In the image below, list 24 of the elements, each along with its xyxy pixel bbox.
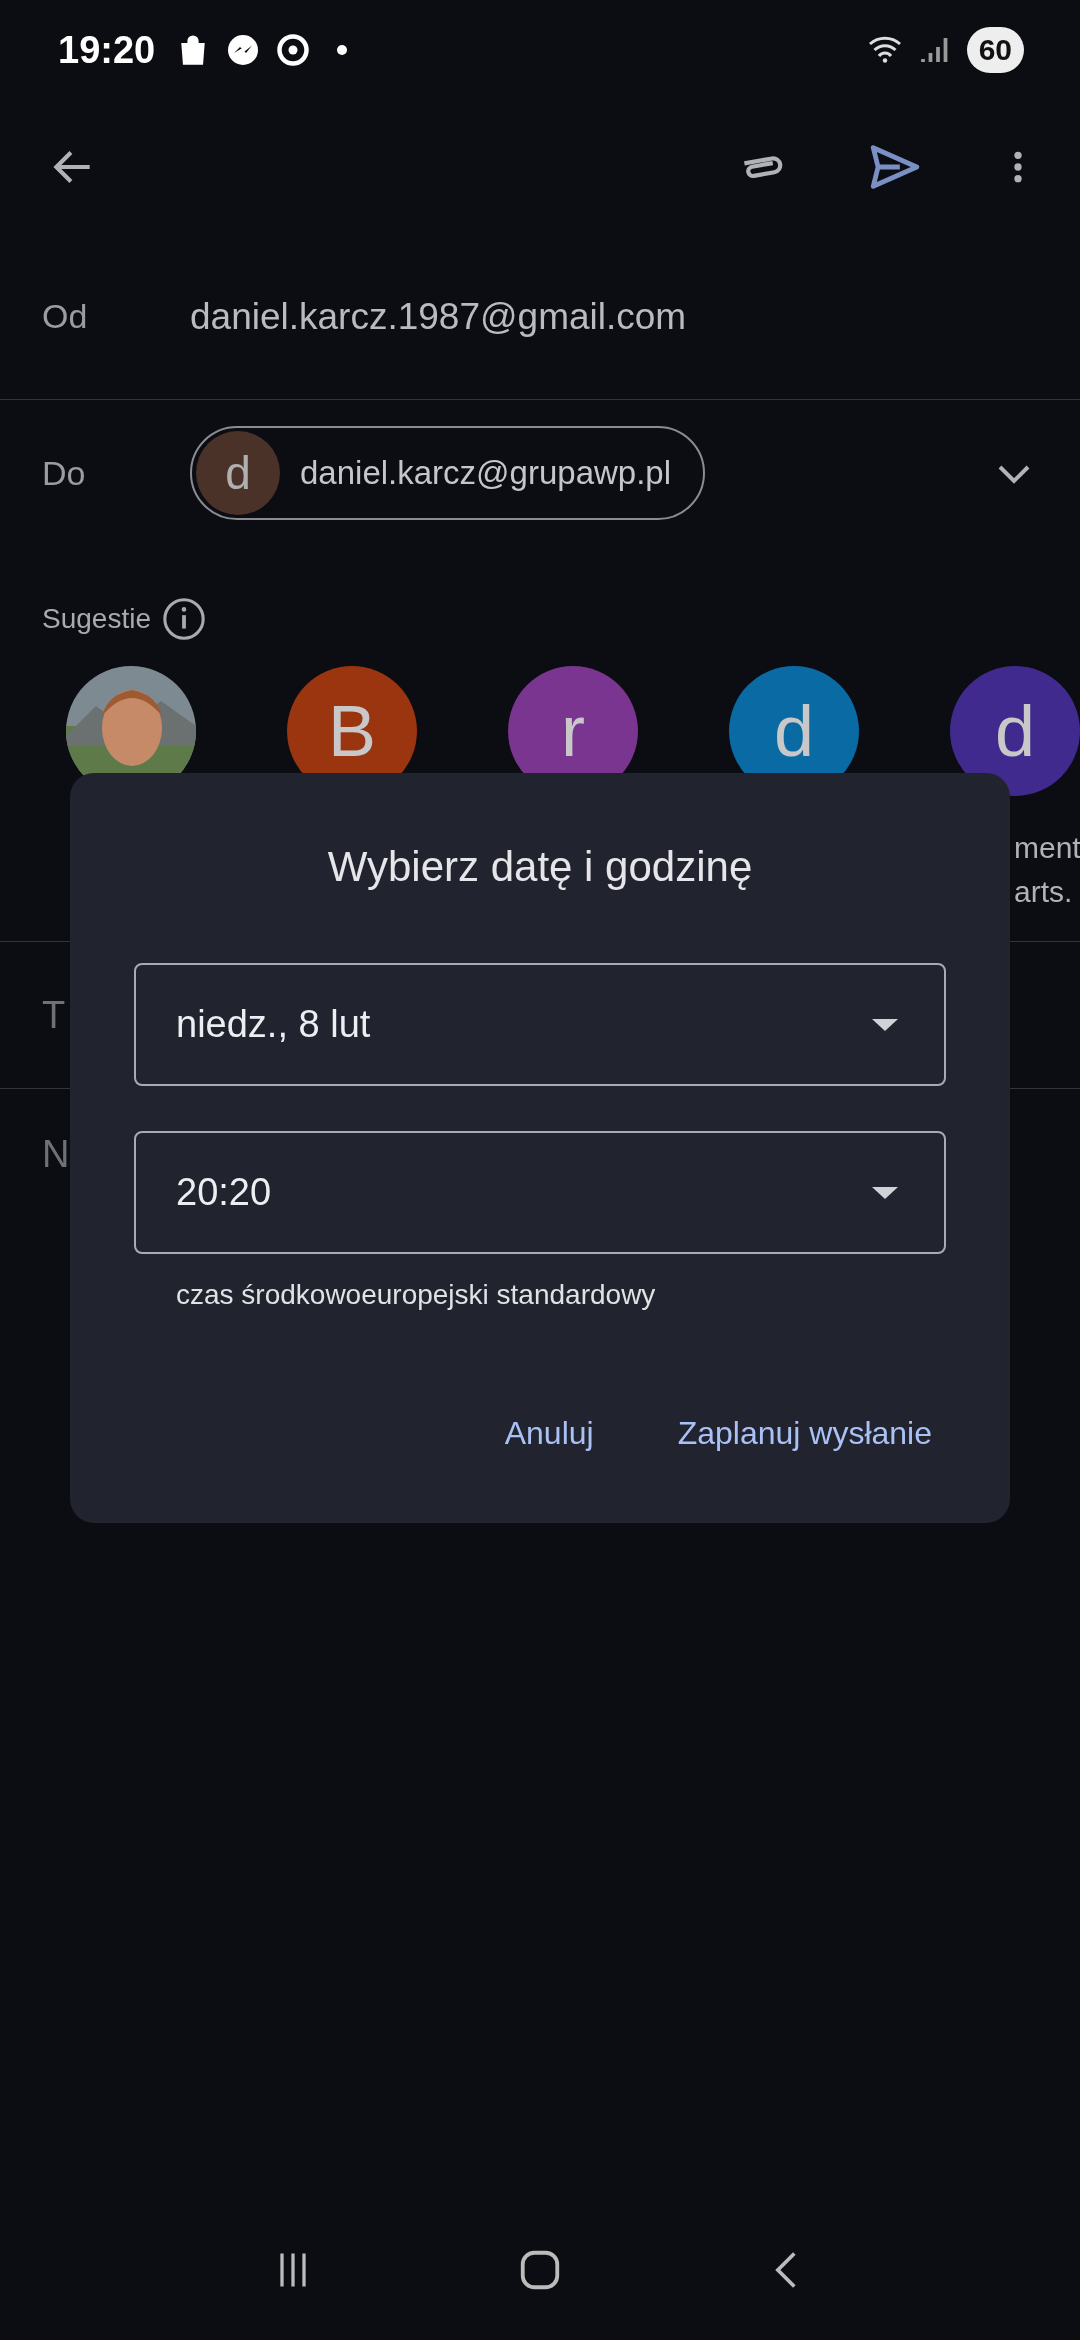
contact-avatar[interactable]: d: [950, 666, 1080, 796]
from-address: daniel.karcz.1987@gmail.com: [190, 295, 687, 338]
suggestions-label: Sugestie: [42, 603, 151, 635]
dialog-title: Wybierz datę i godzinę: [326, 842, 754, 892]
body-field[interactable]: N: [42, 1132, 70, 1176]
recipient-chip[interactable]: d daniel.karcz@grupawp.pl: [190, 426, 706, 520]
cancel-button[interactable]: Anuluj: [504, 1415, 594, 1452]
recipient-address: daniel.karcz@grupawp.pl: [300, 454, 672, 492]
contact-name: arts.: [1014, 874, 1073, 910]
dropdown-arrow-icon: [870, 1184, 900, 1201]
dropdown-arrow-icon: [870, 1016, 900, 1033]
dot-icon: [337, 45, 348, 55]
subject-field[interactable]: T: [42, 993, 66, 1037]
status-time: 19:20: [58, 28, 156, 72]
time-dropdown[interactable]: 20:20: [134, 1131, 946, 1254]
from-label: Od: [42, 297, 89, 336]
contact-name: ment: [1014, 830, 1080, 866]
battery-level: 60: [966, 27, 1024, 73]
to-label: Do: [42, 453, 87, 493]
recipient-avatar: d: [196, 431, 280, 515]
timezone-label: czas środkowoeuropejski standardowy: [175, 1279, 657, 1311]
schedule-send-button[interactable]: Zaplanuj wysłanie: [677, 1415, 932, 1452]
date-dropdown[interactable]: niedz., 8 lut: [134, 963, 946, 1086]
info-icon[interactable]: [160, 596, 207, 642]
